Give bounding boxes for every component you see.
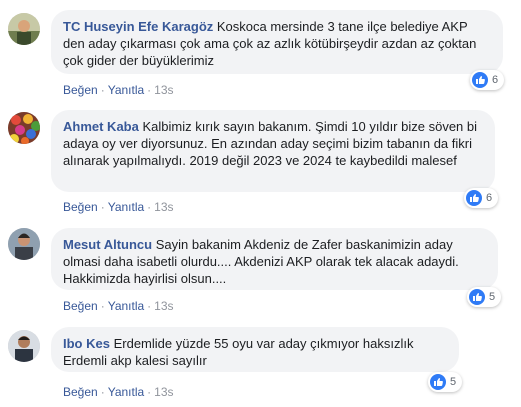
separator: ·	[147, 385, 152, 399]
reaction-count[interactable]: 6	[464, 188, 499, 208]
separator: ·	[147, 200, 152, 214]
like-link[interactable]: Beğen	[63, 299, 98, 313]
reaction-count[interactable]: 5	[467, 287, 502, 307]
reply-link[interactable]: Yanıtla	[108, 200, 144, 214]
thumbs-up-icon	[472, 72, 488, 88]
comment-author[interactable]: Ahmet Kaba	[63, 119, 139, 134]
reaction-count-value: 5	[450, 376, 457, 388]
comment-actions: Beğen · Yanıtla · 13s	[63, 384, 174, 400]
comment-timestamp[interactable]: 13s	[154, 200, 173, 214]
comment-actions: Beğen · Yanıtla · 13s	[63, 298, 174, 314]
comment-bubble: Ibo Kes Erdemlide yüzde 55 oyu var aday …	[51, 327, 459, 372]
comment-bubble: Mesut Altuncu Sayin bakanim Akdeniz de Z…	[51, 228, 498, 290]
like-link[interactable]: Beğen	[63, 200, 98, 214]
separator: ·	[100, 385, 105, 399]
comment-author[interactable]: Mesut Altuncu	[63, 237, 152, 252]
reaction-count[interactable]: 6	[470, 70, 505, 90]
comment-timestamp[interactable]: 13s	[154, 385, 173, 399]
separator: ·	[100, 299, 105, 313]
comment-bubble: Ahmet Kaba Kalbimiz kırık sayın bakanım.…	[51, 110, 495, 192]
comment-actions: Beğen · Yanıtla · 13s	[63, 82, 174, 98]
comment-timestamp[interactable]: 13s	[154, 299, 173, 313]
like-link[interactable]: Beğen	[63, 385, 98, 399]
thumbs-up-icon	[430, 374, 446, 390]
separator: ·	[100, 83, 105, 97]
separator: ·	[100, 200, 105, 214]
reply-link[interactable]: Yanıtla	[108, 83, 144, 97]
reaction-count[interactable]: 5	[428, 372, 463, 392]
avatar[interactable]	[8, 228, 40, 260]
reaction-count-value: 6	[486, 192, 493, 204]
like-link[interactable]: Beğen	[63, 83, 98, 97]
avatar[interactable]	[8, 112, 40, 144]
comment-bubble: TC Huseyin Efe Karagöz Koskoca mersinde …	[51, 10, 503, 74]
reply-link[interactable]: Yanıtla	[108, 385, 144, 399]
reaction-count-value: 5	[489, 291, 496, 303]
comment-text: Erdemlide yüzde 55 oyu var aday çıkmıyor…	[63, 336, 414, 368]
comment-author[interactable]: TC Huseyin Efe Karagöz	[63, 19, 213, 34]
thumbs-up-icon	[466, 190, 482, 206]
reaction-count-value: 6	[492, 74, 499, 86]
separator: ·	[147, 83, 152, 97]
avatar[interactable]	[8, 13, 40, 45]
reply-link[interactable]: Yanıtla	[108, 299, 144, 313]
avatar[interactable]	[8, 330, 40, 362]
comment-author[interactable]: Ibo Kes	[63, 336, 110, 351]
comment-actions: Beğen · Yanıtla · 13s	[63, 199, 174, 215]
separator: ·	[147, 299, 152, 313]
comment-timestamp[interactable]: 13s	[154, 83, 173, 97]
thumbs-up-icon	[469, 289, 485, 305]
